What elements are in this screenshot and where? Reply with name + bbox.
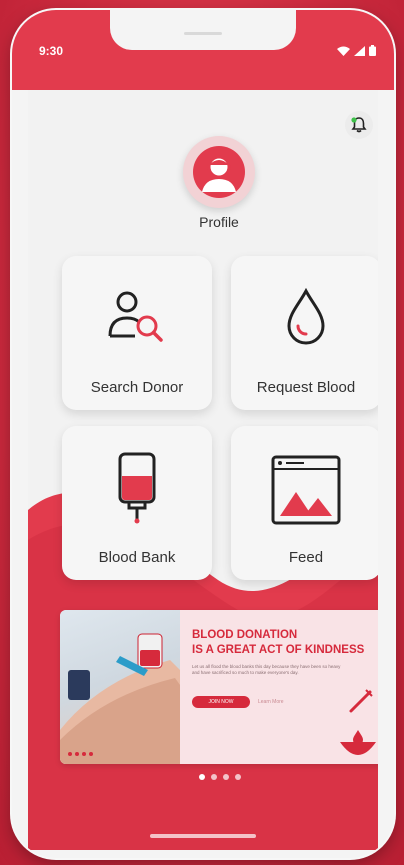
pager-dot[interactable]: [199, 774, 205, 780]
notification-bell-icon: [351, 117, 367, 133]
banner-photo: [60, 610, 180, 764]
blood-donation-illustration: [60, 633, 180, 764]
banner-pager[interactable]: [199, 774, 241, 780]
profile-label[interactable]: Profile: [178, 214, 260, 230]
pager-dot[interactable]: [235, 774, 241, 780]
banner-secondary-link[interactable]: Learn More: [258, 696, 284, 708]
wifi-icon: [337, 46, 350, 56]
battery-icon: [369, 45, 376, 56]
promo-banner[interactable]: Blood Donation Is A Great Act Of Kindnes…: [60, 610, 378, 764]
search-donor-icon: [108, 291, 163, 342]
tile-label: Search Donor: [90, 379, 184, 396]
blood-bag-icon: [118, 452, 156, 524]
tile-label: Blood Bank: [98, 549, 176, 566]
banner-title-line1: Blood Donation: [192, 629, 298, 641]
banner-title-line2: Is A Great Act Of Kindness: [192, 644, 365, 656]
tile-label: Request Blood: [256, 379, 356, 396]
user-avatar-icon: [193, 146, 245, 198]
tile-label: Feed: [288, 549, 324, 566]
tile-feed[interactable]: Feed: [231, 426, 378, 580]
tile-blood-bank[interactable]: Blood Bank: [62, 426, 212, 580]
blood-drop-bowl-icon: [340, 730, 376, 755]
signal-icon: [354, 45, 365, 56]
phone-frame: 9:30 Profile Search Donor Request Blood …: [12, 10, 394, 858]
camera-notch: [110, 10, 296, 50]
image-feed-icon: [271, 455, 341, 525]
banner-cta-button[interactable]: JOIN NOW: [192, 696, 250, 708]
syringe-icon: [349, 689, 373, 713]
tile-request-blood[interactable]: Request Blood: [231, 256, 378, 410]
banner-title: Blood Donation Is A Great Act Of Kindnes…: [192, 628, 378, 658]
pager-dot[interactable]: [211, 774, 217, 780]
status-icons: [337, 45, 376, 56]
home-screen: Profile Search Donor Request Blood Blood…: [28, 90, 378, 850]
home-indicator[interactable]: [150, 834, 256, 838]
speaker-grille: [184, 32, 222, 35]
blood-drop-icon: [287, 288, 325, 345]
pager-dot[interactable]: [223, 774, 229, 780]
tile-search-donor[interactable]: Search Donor: [62, 256, 212, 410]
banner-decoration-dots: [68, 752, 93, 756]
status-time: 9:30: [39, 44, 64, 58]
profile-avatar[interactable]: [183, 136, 255, 208]
banner-body: Let us all flood the blood banks this da…: [192, 664, 341, 675]
notification-button[interactable]: [345, 111, 373, 139]
